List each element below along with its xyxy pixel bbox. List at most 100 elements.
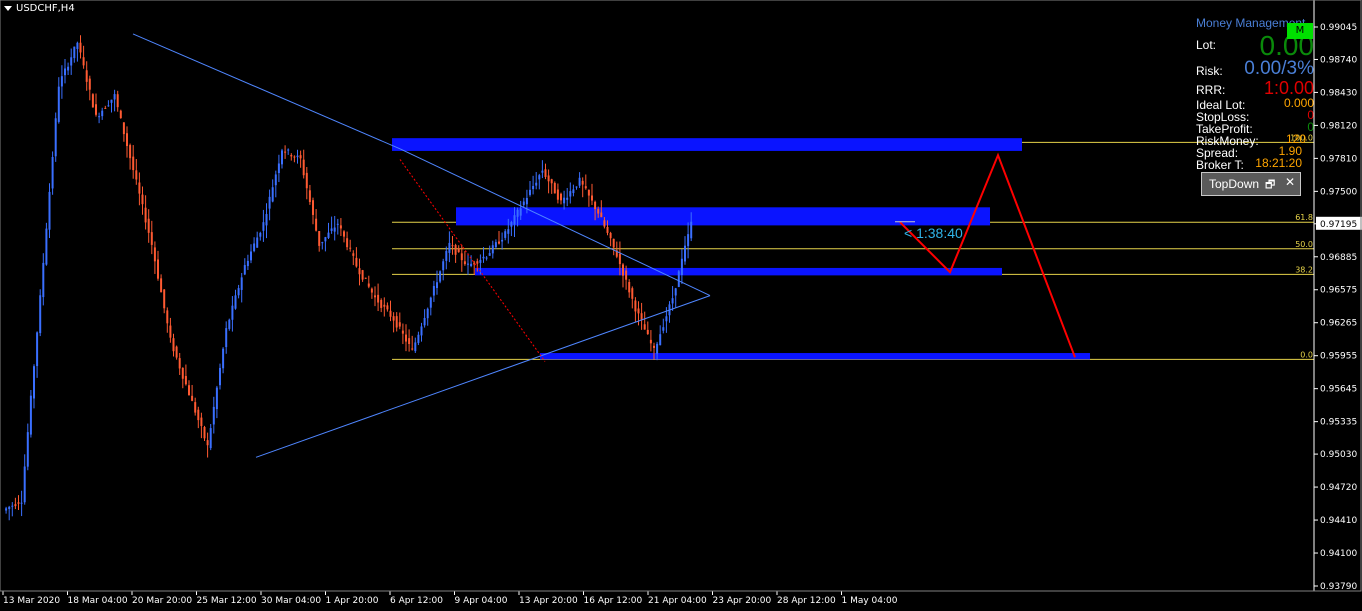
candle-body xyxy=(8,506,11,510)
y-tick-label: 0.96575 xyxy=(1320,286,1357,296)
x-tick-label: 20 Mar 20:00 xyxy=(132,596,192,606)
candle-body xyxy=(234,295,237,309)
candle-body xyxy=(476,261,479,264)
candle-body xyxy=(256,237,259,248)
candle-body xyxy=(460,253,463,261)
candle-body xyxy=(271,187,274,202)
candle-body xyxy=(417,334,420,343)
candle-body xyxy=(200,417,203,427)
candle-body xyxy=(612,238,615,248)
candle-body xyxy=(265,214,268,226)
candle-body xyxy=(318,231,321,246)
candle-body xyxy=(33,366,35,399)
candle-body xyxy=(439,271,442,282)
candle-body xyxy=(122,122,125,135)
candle-body xyxy=(262,222,265,231)
candle-body xyxy=(147,218,150,233)
triangle-down-icon xyxy=(4,5,12,11)
candle-body xyxy=(600,212,603,218)
candle-body xyxy=(454,245,457,255)
candle-body xyxy=(327,232,330,238)
candle-body xyxy=(680,258,683,276)
candle-body xyxy=(308,190,311,203)
candle-body xyxy=(665,316,668,322)
candle-body xyxy=(563,197,566,204)
y-tick-label: 0.95030 xyxy=(1320,450,1357,460)
candle-body xyxy=(426,308,429,319)
money-management-button[interactable]: M xyxy=(1287,23,1313,39)
candle-body xyxy=(470,263,473,266)
candle-body xyxy=(346,238,349,248)
candle-body xyxy=(498,241,500,244)
zone-rect xyxy=(475,267,1002,276)
candle-body xyxy=(560,193,562,201)
candle-body xyxy=(389,310,392,317)
candle-body xyxy=(556,189,559,200)
candle-body xyxy=(203,426,206,439)
candle-body xyxy=(330,228,333,231)
candle-body xyxy=(367,283,370,287)
candle-body xyxy=(60,76,63,87)
candle-body xyxy=(169,325,172,338)
candle-body xyxy=(91,94,94,108)
y-tick-label: 0.96885 xyxy=(1320,253,1357,263)
y-tick-label: 0.98740 xyxy=(1320,55,1357,65)
candle-body xyxy=(674,288,677,296)
candle-body xyxy=(305,172,308,189)
y-tick-label: 0.97500 xyxy=(1320,187,1357,197)
candle-body xyxy=(70,57,73,66)
candle-body xyxy=(501,239,504,242)
x-tick-label: 1 Apr 20:00 xyxy=(326,596,379,606)
candle-body xyxy=(23,466,26,503)
close-icon[interactable]: ✕ xyxy=(1285,175,1295,189)
candle-body xyxy=(274,174,277,186)
candle-body xyxy=(188,385,190,396)
candle-body xyxy=(420,326,423,336)
candle-body xyxy=(343,231,345,237)
candle-body xyxy=(507,229,510,234)
candle-body xyxy=(532,185,535,190)
y-tick-label: 0.95335 xyxy=(1320,418,1357,428)
candle-body xyxy=(618,253,621,265)
candle-body xyxy=(172,338,175,352)
candle-body xyxy=(398,322,401,327)
restore-icon[interactable]: 🗗 xyxy=(1265,176,1275,195)
candle-body xyxy=(429,297,432,308)
candle-body xyxy=(451,245,454,247)
x-tick-label: 6 Apr 12:00 xyxy=(390,596,443,606)
candle-body xyxy=(79,42,82,53)
candle-body xyxy=(432,285,435,296)
candle-body xyxy=(302,159,305,176)
candle-body xyxy=(352,253,355,256)
candle-body xyxy=(690,221,693,239)
candle-body xyxy=(296,155,299,158)
candle-body xyxy=(572,189,575,194)
candle-body xyxy=(584,186,587,189)
candle-body xyxy=(643,324,646,330)
candle-body xyxy=(622,264,624,276)
candle-body xyxy=(411,348,414,350)
candle-body xyxy=(671,298,674,304)
candle-body xyxy=(491,245,494,254)
topdown-panel[interactable]: TopDown 🗗 ✕ xyxy=(1201,172,1301,196)
candle-body xyxy=(225,328,228,348)
candle-body xyxy=(628,282,631,293)
candle-body xyxy=(215,387,218,410)
candle-body xyxy=(519,208,522,216)
candle-body xyxy=(51,157,54,189)
candle-body xyxy=(581,180,584,185)
candle-body xyxy=(150,232,153,245)
candle-body xyxy=(485,257,488,259)
candle-body xyxy=(5,508,8,511)
symbol-label[interactable]: USDCHF,H4 xyxy=(4,3,75,14)
x-tick-label: 18 Mar 04:00 xyxy=(68,596,128,606)
candle-body xyxy=(206,440,209,446)
candle-body xyxy=(684,245,686,262)
candle-body xyxy=(67,66,70,71)
candle-body xyxy=(401,330,404,334)
candle-countdown: < 1:38:40 xyxy=(904,225,963,241)
candle-body xyxy=(392,316,395,321)
candle-body xyxy=(522,201,525,205)
price-chart[interactable]: 100.061.850.038.20.0 0.990450.987400.984… xyxy=(0,0,1362,611)
candle-body xyxy=(408,338,411,345)
